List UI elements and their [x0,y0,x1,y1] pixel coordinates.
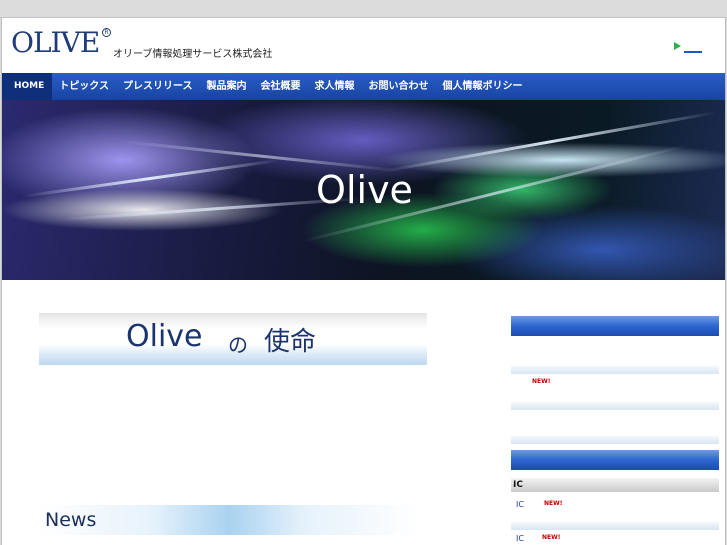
page-frame: OLIVE R オリーブ情報処理サービス株式会社 HOME トピックス プレスリ… [1,18,726,545]
nav-home[interactable]: HOME [2,73,53,100]
mission-banner: Olive の 使命 [39,313,427,365]
sidebar-divider [511,402,719,410]
header-link[interactable] [684,51,702,53]
light-streak [381,110,718,173]
olive-logo[interactable]: OLIVE [11,27,100,59]
ic-link[interactable]: IC [516,500,524,509]
sidebar-section-bar [511,450,719,470]
hero-title: Olive [316,168,413,212]
nav-privacy-policy[interactable]: 個人情報ポリシー [436,73,530,100]
new-badge: NEW! [542,534,561,541]
mission-text: 使命 [264,327,317,357]
news-label: News [45,509,97,531]
new-badge: NEW! [532,378,551,385]
new-badge: NEW! [544,500,563,507]
hero-banner: Olive [2,100,725,280]
company-name: オリーブ情報処理サービス株式会社 [113,49,273,60]
sidebar-divider [511,366,719,374]
sidebar-divider [511,436,719,444]
nav-products[interactable]: 製品案内 [200,73,254,100]
ic-section-heading: IC [513,480,523,490]
sidebar-ic-bar [511,478,719,492]
nav-contact[interactable]: お問い合わせ [362,73,436,100]
nav-topics[interactable]: トピックス [52,73,116,100]
nav-company[interactable]: 会社概要 [254,73,308,100]
browser-top-strip [0,0,727,18]
news-heading-banner: News [39,505,419,535]
arrow-right-icon [674,42,681,50]
sidebar-divider [511,522,719,530]
registered-mark-icon: R [102,28,111,37]
nav-recruit[interactable]: 求人情報 [308,73,362,100]
sidebar-header-bar [511,316,719,336]
mission-olive-word: Olive [126,319,203,354]
main-nav: HOME トピックス プレスリリース 製品案内 会社概要 求人情報 お問い合わせ… [2,73,725,100]
nav-press-release[interactable]: プレスリリース [116,73,200,100]
ic-link[interactable]: IC [516,534,524,543]
mission-particle: の [228,333,248,357]
site-header: OLIVE R オリーブ情報処理サービス株式会社 [2,18,725,73]
